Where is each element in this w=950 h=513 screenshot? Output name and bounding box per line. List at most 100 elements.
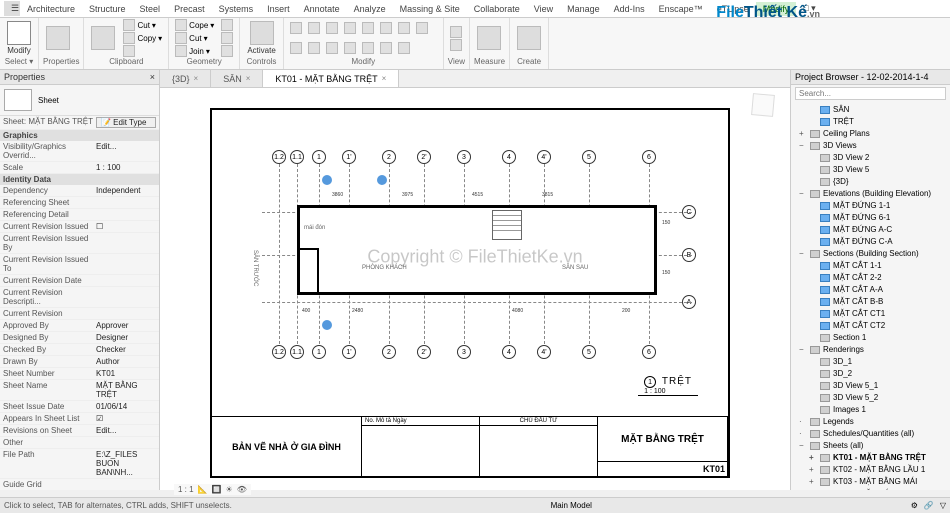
tree-item[interactable]: −Elevations (Building Elevation) — [795, 188, 946, 200]
tree-item[interactable]: 3D View 2 — [795, 152, 946, 164]
props-row[interactable]: DependencyIndependent — [0, 185, 159, 197]
properties-type-selector[interactable]: Sheet — [0, 85, 159, 116]
tree-item[interactable]: ·Legends — [795, 416, 946, 428]
view-tool[interactable] — [448, 39, 464, 51]
ribbon-tab-annotate[interactable]: Annotate — [297, 2, 347, 16]
copy-button[interactable]: Copy ▾ — [121, 32, 164, 44]
geom-cut-button[interactable]: Cut ▾ — [173, 32, 216, 44]
modify-tool[interactable] — [396, 42, 412, 54]
tree-toggle-icon[interactable]: · — [799, 416, 807, 428]
tree-item[interactable]: +KT03 - MẶT BẰNG MÁI — [795, 476, 946, 488]
doc-tab[interactable]: KT01 - MẶT BẰNG TRỆT× — [263, 70, 399, 87]
props-row[interactable]: Approved ByApprover — [0, 320, 159, 332]
file-tab[interactable]: ☰ — [4, 1, 20, 16]
geom-tool[interactable] — [219, 19, 235, 31]
tree-item[interactable]: 3D View 5 — [795, 164, 946, 176]
cope-button[interactable]: Cope ▾ — [173, 19, 216, 31]
create-button[interactable] — [514, 25, 544, 51]
tree-item[interactable]: +KT01 - MẶT BẰNG TRỆT — [795, 452, 946, 464]
tree-item[interactable]: MẶT CẮT 1-1 — [795, 260, 946, 272]
tree-item[interactable]: MẶT ĐỨNG 6-1 — [795, 212, 946, 224]
tree-item[interactable]: −3D Views — [795, 140, 946, 152]
drawing-canvas[interactable]: 1.21.21.11.1111'1'222'2'33444'4'5566 CBA — [160, 88, 790, 490]
props-row[interactable]: File PathE:\Z_FILES BUON BAN\NH... — [0, 449, 159, 479]
modify-tool[interactable] — [414, 22, 430, 34]
modify-tool[interactable] — [324, 22, 340, 34]
modify-tool[interactable] — [306, 22, 322, 34]
tree-toggle-icon[interactable]: − — [799, 440, 807, 452]
props-row[interactable]: Current Revision Issued☐ — [0, 221, 159, 233]
ribbon-tab-manage[interactable]: Manage — [560, 2, 607, 16]
props-row[interactable]: Revisions on SheetEdit... — [0, 425, 159, 437]
props-row[interactable]: Current Revision Issued By — [0, 233, 159, 254]
doc-tab[interactable]: SÂN× — [211, 70, 263, 87]
props-row[interactable]: Sheet NumberKT01 — [0, 368, 159, 380]
props-row[interactable]: Referencing Detail — [0, 209, 159, 221]
props-row[interactable]: Current Revision Descripti... — [0, 287, 159, 308]
tree-item[interactable]: −Sheets (all) — [795, 440, 946, 452]
status-icon[interactable]: ▽ — [940, 501, 946, 510]
tree-item[interactable]: TRỆT — [795, 116, 946, 128]
close-icon[interactable]: × — [194, 74, 199, 83]
tree-item[interactable]: {3D} — [795, 176, 946, 188]
tree-toggle-icon[interactable]: + — [809, 452, 817, 464]
tree-toggle-icon[interactable]: − — [799, 140, 807, 152]
tree-toggle-icon[interactable]: + — [799, 128, 807, 140]
modify-tool[interactable] — [288, 42, 304, 54]
modify-tool[interactable] — [360, 22, 376, 34]
props-row[interactable]: Checked ByChecker — [0, 344, 159, 356]
props-row[interactable]: Current Revision — [0, 308, 159, 320]
ribbon-tab-addins[interactable]: Add-Ins — [607, 2, 652, 16]
props-row[interactable]: Designed ByDesigner — [0, 332, 159, 344]
view-tool[interactable] — [448, 26, 464, 38]
ribbon-tab-architecture[interactable]: Architecture — [20, 2, 82, 16]
tree-toggle-icon[interactable]: + — [809, 464, 817, 476]
join-button[interactable]: Join ▾ — [173, 45, 216, 57]
tree-item[interactable]: Images 1 — [795, 404, 946, 416]
tree-item[interactable]: +Ceiling Plans — [795, 128, 946, 140]
close-icon[interactable]: × — [150, 72, 155, 82]
tree-toggle-icon[interactable]: − — [799, 344, 807, 356]
tree-toggle-icon[interactable]: + — [809, 476, 817, 488]
status-icon[interactable]: 🔗 — [924, 501, 934, 510]
tree-item[interactable]: ·Schedules/Quantities (all) — [795, 428, 946, 440]
tree-item[interactable]: −Sections (Building Section) — [795, 248, 946, 260]
tree-item[interactable]: MẶT CẮT 2-2 — [795, 272, 946, 284]
props-row[interactable]: Guide Grid — [0, 479, 159, 490]
geom-tool3[interactable] — [219, 45, 235, 57]
ribbon-tab-collaborate[interactable]: Collaborate — [467, 2, 527, 16]
tree-item[interactable]: 3D_1 — [795, 356, 946, 368]
props-row[interactable]: Referencing Sheet — [0, 197, 159, 209]
tree-item[interactable]: MẶT CẮT CT2 — [795, 320, 946, 332]
tree-item[interactable]: MẶT ĐỨNG C-A — [795, 236, 946, 248]
tree-item[interactable]: MẶT CẮT B-B — [795, 296, 946, 308]
ribbon-tab-enscape[interactable]: Enscape™ — [652, 2, 710, 16]
edit-type-button[interactable]: 📝 Edit Type — [96, 117, 156, 128]
modify-tool[interactable] — [360, 42, 376, 54]
tree-item[interactable]: 3D_2 — [795, 368, 946, 380]
props-row[interactable]: Sheet NameMẶT BẰNG TRỆT — [0, 380, 159, 401]
tree-toggle-icon[interactable]: + — [809, 488, 817, 490]
tree-toggle-icon[interactable]: · — [799, 428, 807, 440]
tree-item[interactable]: MẶT ĐỨNG 1-1 — [795, 200, 946, 212]
nav-cube[interactable] — [752, 94, 784, 134]
modify-tool[interactable] — [342, 42, 358, 54]
close-icon[interactable]: × — [246, 74, 251, 83]
tree-toggle-icon[interactable]: − — [799, 248, 807, 260]
cut-button[interactable]: Cut ▾ — [121, 19, 164, 31]
ribbon-tab-analyze[interactable]: Analyze — [347, 2, 393, 16]
tree-item[interactable]: Section 1 — [795, 332, 946, 344]
doc-tab[interactable]: {3D}× — [160, 70, 211, 87]
properties-button[interactable] — [43, 25, 73, 51]
props-row[interactable]: Appears In Sheet List☑ — [0, 413, 159, 425]
view-control-bar[interactable]: 1 : 1📐🔲☀👁 — [174, 484, 251, 495]
modify-tool[interactable] — [324, 42, 340, 54]
tree-item[interactable]: +KT04 - MẶT ĐỨNG C-A — [795, 488, 946, 490]
ribbon-tab-steel[interactable]: Steel — [133, 2, 168, 16]
ribbon-tab-systems[interactable]: Systems — [212, 2, 261, 16]
tree-item[interactable]: MẶT ĐỨNG A-C — [795, 224, 946, 236]
props-row[interactable]: Sheet Issue Date01/06/14 — [0, 401, 159, 413]
geom-tool2[interactable] — [219, 32, 235, 44]
props-row[interactable]: Drawn ByAuthor — [0, 356, 159, 368]
ribbon-tab-structure[interactable]: Structure — [82, 2, 133, 16]
